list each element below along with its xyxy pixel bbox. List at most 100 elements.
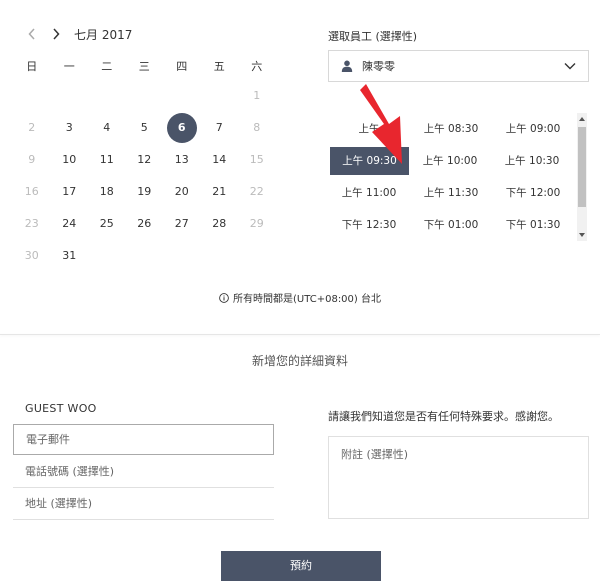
calendar-day[interactable]: 31 xyxy=(51,240,89,272)
calendar-day-number: 22 xyxy=(249,185,264,198)
calendar-day[interactable]: 14 xyxy=(201,144,239,176)
calendar-day[interactable]: 20 xyxy=(163,176,201,208)
calendar-day xyxy=(51,80,89,112)
staff-select[interactable]: 陳零零 xyxy=(328,50,589,82)
calendar-day[interactable]: 21 xyxy=(201,176,239,208)
next-month-button[interactable] xyxy=(48,26,64,42)
time-slot-row: 上午 11:00 上午 11:30 下午 12:00 xyxy=(328,177,574,209)
time-slot-scrollbar[interactable] xyxy=(577,113,587,241)
email-field[interactable]: 電子郵件 xyxy=(13,424,274,455)
calendar-day[interactable]: 17 xyxy=(51,176,89,208)
weekday-label: 二 xyxy=(101,60,113,73)
calendar-day[interactable]: 11 xyxy=(88,144,126,176)
calendar-day[interactable]: 25 xyxy=(88,208,126,240)
triangle-up-icon xyxy=(579,117,585,121)
time-slot[interactable]: 下午 01:00 xyxy=(410,211,492,239)
calendar-day xyxy=(201,240,239,272)
calendar-day-number: 30 xyxy=(24,249,39,262)
calendar-day[interactable]: 12 xyxy=(126,144,164,176)
time-slot[interactable]: 上午 11:00 xyxy=(328,179,410,207)
calendar-day-number: 7 xyxy=(215,121,223,134)
calendar-day[interactable]: 7 xyxy=(201,112,239,144)
calendar-day[interactable]: 19 xyxy=(126,176,164,208)
calendar-grid: 日一二三四五六 1 2 3 4 5 6 7 8 9 10 11 12 13 14 15 16 17 18 19 20 2… xyxy=(13,52,276,272)
calendar-day[interactable]: 5 xyxy=(126,112,164,144)
calendar-day[interactable]: 2 xyxy=(13,112,51,144)
time-slot[interactable]: 上午 10:30 xyxy=(491,147,573,175)
calendar-day[interactable]: 29 xyxy=(238,208,276,240)
calendar-day-number: 8 xyxy=(253,121,261,134)
calendar-day[interactable]: 15 xyxy=(238,144,276,176)
details-title: 新增您的詳細資料 xyxy=(251,354,348,368)
staff-selected-value: 陳零零 xyxy=(362,60,395,73)
calendar-day xyxy=(201,80,239,112)
book-button[interactable]: 預約 xyxy=(221,551,381,581)
phone-field[interactable]: 電話號碼 (選擇性) xyxy=(13,456,274,488)
calendar-week-row: 16 17 18 19 20 21 22 xyxy=(13,176,276,208)
weekday-label: 日 xyxy=(26,60,38,73)
calendar-day-selected[interactable]: 6 xyxy=(163,112,201,144)
calendar-day-number: 27 xyxy=(174,217,189,230)
calendar-day[interactable]: 26 xyxy=(126,208,164,240)
time-slot[interactable]: 上午 10:00 xyxy=(409,147,491,175)
weekday-label: 五 xyxy=(213,60,225,73)
weekday-header-row: 日一二三四五六 xyxy=(13,52,276,80)
calendar-day-number: 18 xyxy=(99,185,114,198)
calendar-day-number: 23 xyxy=(24,217,39,230)
weekday-label: 六 xyxy=(251,60,263,73)
calendar-day[interactable]: 23 xyxy=(13,208,51,240)
triangle-down-icon xyxy=(579,233,585,237)
calendar-day[interactable]: 27 xyxy=(163,208,201,240)
calendar-day[interactable]: 16 xyxy=(13,176,51,208)
calendar-day[interactable]: 18 xyxy=(88,176,126,208)
calendar-day[interactable]: 8 xyxy=(238,112,276,144)
calendar-day[interactable]: 13 xyxy=(163,144,201,176)
calendar-week-row: 23 24 25 26 27 28 29 xyxy=(13,208,276,240)
calendar-day[interactable]: 30 xyxy=(13,240,51,272)
calendar-day-number: 15 xyxy=(249,153,264,166)
calendar-day[interactable]: 4 xyxy=(88,112,126,144)
calendar-day-number: 1 xyxy=(253,89,261,102)
calendar-day-number: 13 xyxy=(174,153,189,166)
user-icon xyxy=(341,60,353,72)
calendar-week-row: 1 xyxy=(13,80,276,112)
calendar-day[interactable]: 10 xyxy=(51,144,89,176)
calendar-day[interactable]: 9 xyxy=(13,144,51,176)
calendar-week-row: 30 31 xyxy=(13,240,276,272)
scroll-up-arrow[interactable] xyxy=(577,114,587,124)
time-slot[interactable]: 下午 12:00 xyxy=(492,179,574,207)
staff-label: 選取員工 (選擇性) xyxy=(328,30,418,43)
calendar-day[interactable]: 3 xyxy=(51,112,89,144)
info-icon xyxy=(219,292,229,303)
timezone-note: 所有時間都是(UTC+08:00) 台北 xyxy=(0,290,600,305)
time-slot[interactable]: 下午 12:30 xyxy=(328,211,410,239)
chevron-left-icon xyxy=(28,28,35,40)
weekday-label: 三 xyxy=(138,60,150,73)
prev-month-button[interactable] xyxy=(24,26,40,42)
calendar-day xyxy=(88,80,126,112)
guest-name: GUEST WOO xyxy=(25,402,97,415)
calendar-day-number: 12 xyxy=(137,153,152,166)
scrollbar-thumb[interactable] xyxy=(578,127,586,207)
scroll-down-arrow[interactable] xyxy=(577,230,587,240)
time-slot[interactable]: 下午 01:30 xyxy=(492,211,574,239)
calendar-day-number: 24 xyxy=(62,217,77,230)
note-textarea[interactable]: 附註 (選擇性) xyxy=(328,436,589,519)
calendar-day[interactable]: 1 xyxy=(238,80,276,112)
calendar-day[interactable]: 24 xyxy=(51,208,89,240)
time-slot[interactable]: 上午 09:00 xyxy=(492,115,574,143)
weekday-label: 一 xyxy=(63,60,75,73)
address-field[interactable]: 地址 (選擇性) xyxy=(13,488,274,520)
time-slot[interactable]: 上午 08:30 xyxy=(410,115,492,143)
calendar-day[interactable]: 22 xyxy=(238,176,276,208)
time-slot[interactable]: 上午 11:30 xyxy=(410,179,492,207)
calendar-day xyxy=(126,80,164,112)
calendar-day[interactable]: 28 xyxy=(201,208,239,240)
calendar-day-number: 28 xyxy=(212,217,227,230)
calendar-day-number: 5 xyxy=(140,121,148,134)
calendar-day xyxy=(163,240,201,272)
calendar-day-number: 21 xyxy=(212,185,227,198)
calendar-day-number: 14 xyxy=(212,153,227,166)
calendar-day xyxy=(238,240,276,272)
calendar-day-number: 11 xyxy=(99,153,114,166)
